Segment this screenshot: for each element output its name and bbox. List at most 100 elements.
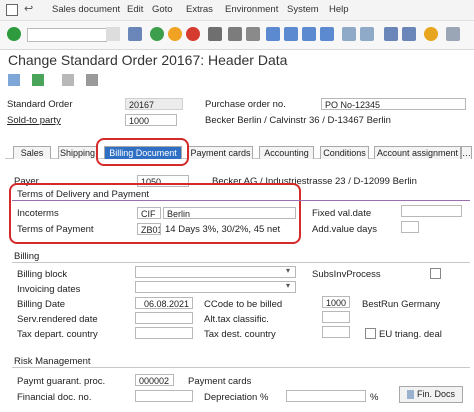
first-page-icon[interactable] (266, 27, 280, 41)
add-value-days-label: Add.value days (312, 224, 377, 235)
tab-sales[interactable]: Sales (13, 146, 51, 159)
risk-management-line (12, 367, 470, 368)
print-icon[interactable] (208, 27, 222, 41)
save-icon[interactable] (128, 27, 142, 41)
tax-depart-country-label: Tax depart. country (17, 329, 98, 340)
billing-date-field[interactable]: 06.08.2021 (135, 297, 193, 309)
serv-rendered-date-label: Serv.rendered date (17, 314, 98, 325)
paymt-guarant-field[interactable]: 000002 (135, 374, 174, 386)
purchase-order-label: Purchase order no. (205, 99, 286, 110)
incoterms-label: Incoterms (17, 208, 59, 219)
billing-title: Billing (14, 251, 40, 262)
fin-docs-label: Fin. Docs (416, 389, 455, 399)
exit-icon[interactable] (168, 27, 182, 41)
customize-icon[interactable] (446, 27, 460, 41)
layout-icon[interactable] (384, 27, 398, 41)
financial-doc-label: Financial doc. no. (17, 392, 92, 403)
tax-depart-country-field[interactable] (135, 327, 193, 339)
depreciation-label: Depreciation % (204, 392, 269, 403)
alt-tax-field[interactable] (322, 311, 350, 323)
payment-terms-text: 14 Days 3%, 30/2%, 45 net (165, 224, 281, 235)
tab-shipping[interactable]: Shipping (58, 146, 97, 159)
billing-block-chevron-icon[interactable]: ▾ (286, 266, 290, 275)
sold-to-party-name: Becker Berlin / Calvinstr 36 / D-13467 B… (205, 115, 391, 126)
ccode-label: CCode to be billed (204, 299, 283, 310)
menu-extras[interactable]: Extras (186, 4, 213, 15)
enter-arrow-icon[interactable]: ↩ (24, 2, 33, 15)
menu-edit[interactable]: Edit (127, 4, 143, 15)
tax-dest-country-field[interactable] (322, 326, 350, 338)
standard-order-label: Standard Order (7, 99, 73, 110)
last-page-icon[interactable] (320, 27, 334, 41)
invoicing-dates-dropdown[interactable] (135, 281, 296, 293)
payment-code-field[interactable]: ZB01 (137, 223, 161, 235)
fixed-val-date-field[interactable] (401, 205, 462, 217)
shortcut-icon[interactable] (360, 27, 374, 41)
eu-triang-deal-label: EU triang. deal (379, 329, 442, 340)
menu-environment[interactable]: Environment (225, 4, 278, 15)
subsinvprocess-label: SubsInvProcess (312, 269, 381, 280)
add-value-days-field[interactable] (401, 221, 419, 233)
ccode-name: BestRun Germany (362, 299, 441, 310)
delivery-payment-title: Terms of Delivery and Payment (17, 189, 149, 200)
alt-tax-label: Alt.tax classific. (204, 314, 269, 325)
menu-icon[interactable] (6, 4, 18, 16)
cancel-icon[interactable] (186, 27, 200, 41)
menu-sales-document[interactable]: Sales document (52, 4, 120, 15)
tab-conditions[interactable]: Conditions (320, 146, 369, 159)
billing-block-label: Billing block (17, 269, 68, 280)
tab-accounting[interactable]: Accounting (259, 146, 314, 159)
tax-dest-country-label: Tax dest. country (204, 329, 276, 340)
system-toolbar (0, 21, 474, 50)
grid-icon[interactable] (402, 27, 416, 41)
eu-triang-deal-checkbox[interactable] (365, 328, 376, 339)
paymt-guarant-label: Paymt guarant. proc. (17, 376, 106, 387)
billing-line (12, 262, 470, 263)
next-page-icon[interactable] (302, 27, 316, 41)
tab-payment-cards[interactable]: Payment cards (188, 146, 253, 159)
check-items-icon[interactable] (32, 74, 44, 86)
sold-to-party-label: Sold-to party (7, 115, 61, 126)
incoterms-place-field[interactable]: Berlin (163, 207, 296, 219)
display-doc-icon[interactable] (8, 74, 20, 86)
standard-order-field[interactable]: 20167 (125, 98, 183, 110)
previous-page-icon[interactable] (284, 27, 298, 41)
terms-of-payment-label: Terms of Payment (17, 224, 94, 235)
document-icon (406, 390, 414, 400)
financial-doc-field[interactable] (135, 390, 193, 402)
find-next-icon[interactable] (246, 27, 260, 41)
check-icon[interactable] (7, 27, 21, 41)
billing-date-label: Billing Date (17, 299, 66, 310)
billing-block-dropdown[interactable] (135, 266, 296, 278)
back-icon[interactable] (150, 27, 164, 41)
tab-more-button[interactable]: … (461, 146, 472, 159)
new-session-icon[interactable] (342, 27, 356, 41)
incoterms-code-field[interactable]: CIF (137, 207, 161, 219)
menu-system[interactable]: System (287, 4, 319, 15)
subsinvprocess-checkbox[interactable] (430, 268, 441, 279)
percent-sign: % (370, 392, 379, 403)
purchase-order-field[interactable]: PO No-12345 (321, 98, 466, 110)
command-dropdown-icon[interactable] (106, 27, 120, 41)
paymt-guarant-text: Payment cards (188, 376, 252, 387)
risk-management-title: Risk Management (14, 356, 91, 367)
application-toolbar (0, 70, 474, 92)
serv-rendered-date-field[interactable] (135, 312, 193, 324)
ccode-field[interactable]: 1000 (322, 296, 350, 308)
invoicing-dates-chevron-icon[interactable]: ▾ (286, 281, 290, 290)
menu-goto[interactable]: Goto (152, 4, 173, 15)
tab-account-assignment[interactable]: Account assignment (374, 146, 461, 159)
command-field[interactable] (27, 28, 107, 42)
depreciation-field[interactable] (286, 390, 366, 402)
header-icon[interactable] (62, 74, 74, 86)
find-icon[interactable] (228, 27, 242, 41)
menu-help[interactable]: Help (329, 4, 349, 15)
fixed-val-date-label: Fixed val.date (312, 208, 372, 219)
partner-icon[interactable] (86, 74, 98, 86)
sold-to-party-field[interactable]: 1000 (125, 114, 177, 126)
menu-bar: ↩ Sales document Edit Goto Extras Enviro… (0, 0, 474, 21)
fin-docs-button[interactable]: Fin. Docs (399, 386, 463, 403)
delivery-payment-line (12, 200, 470, 201)
help-icon[interactable] (424, 27, 438, 41)
invoicing-dates-label: Invoicing dates (17, 284, 81, 295)
